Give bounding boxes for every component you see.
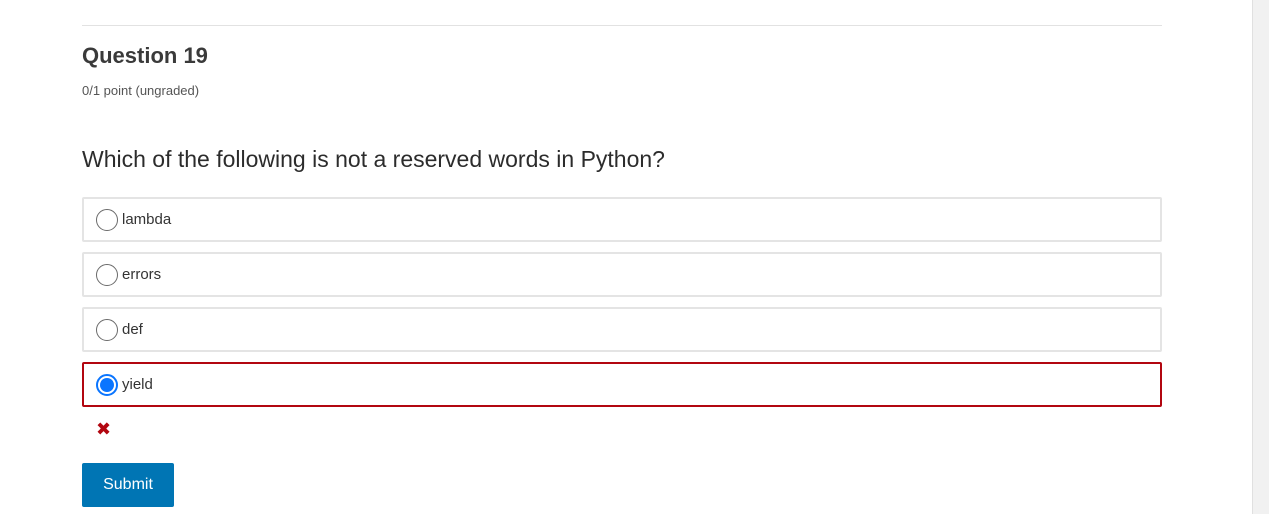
section-divider bbox=[82, 25, 1162, 26]
radio-button[interactable] bbox=[96, 318, 118, 341]
question-title: Question 19 bbox=[82, 43, 208, 68]
radio-button[interactable] bbox=[96, 263, 118, 286]
question-prompt: Which of the following is not a reserved… bbox=[82, 146, 665, 172]
choice-lambda[interactable]: lambda bbox=[82, 197, 1162, 242]
choice-label: errors bbox=[122, 266, 162, 283]
choice-list: lambda errors def yield bbox=[82, 197, 1162, 417]
choice-label: yield bbox=[122, 376, 153, 393]
choice-label: lambda bbox=[122, 211, 172, 228]
vertical-scrollbar[interactable] bbox=[1252, 0, 1269, 514]
choice-def[interactable]: def bbox=[82, 307, 1162, 352]
points-label: 0/1 point (ungraded) bbox=[82, 83, 200, 98]
radio-button[interactable] bbox=[96, 208, 118, 231]
incorrect-x-icon: ✖ bbox=[96, 419, 112, 439]
choice-label: def bbox=[122, 321, 143, 338]
choice-errors[interactable]: errors bbox=[82, 252, 1162, 297]
radio-button-selected[interactable] bbox=[96, 373, 118, 396]
problem-page: Question 19 0/1 point (ungraded) Which o… bbox=[0, 0, 1269, 514]
submit-button[interactable]: Submit bbox=[82, 463, 174, 507]
choice-yield[interactable]: yield bbox=[82, 362, 1162, 407]
